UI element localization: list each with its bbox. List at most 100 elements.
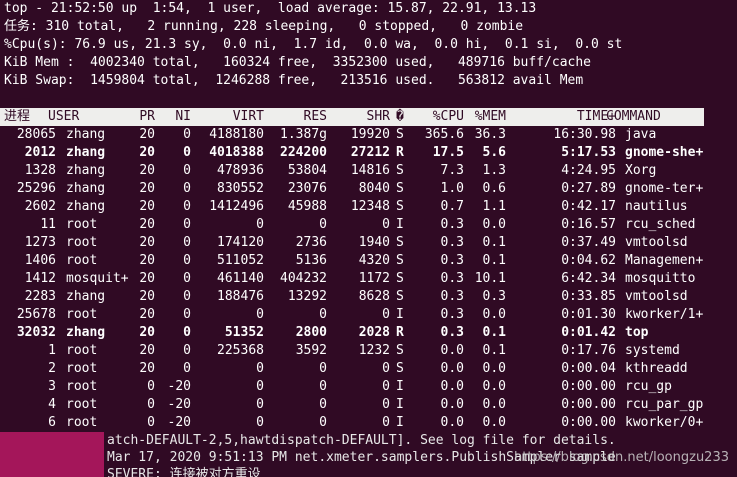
- cell-command: systemd: [625, 343, 680, 358]
- cell-shr: 4320: [358, 253, 390, 268]
- cell-time: 0:16.57: [561, 217, 616, 232]
- cell-virt: 511052: [217, 253, 264, 268]
- cell-virt: 0: [256, 217, 264, 232]
- cell-user: root: [66, 343, 98, 358]
- cell-mem: 0.0: [482, 415, 506, 430]
- cell-command: gnome-she+: [625, 145, 704, 160]
- cell-user: zhang: [66, 145, 106, 160]
- cell-pid: 11: [40, 217, 56, 232]
- cell-mem: 0.1: [482, 343, 506, 358]
- cell-pr: 0: [147, 397, 155, 412]
- cell-mem: 0.0: [482, 217, 506, 232]
- cell-user: root: [66, 379, 98, 394]
- col-mem: %MEM: [474, 109, 506, 124]
- cell-cpu: 7.3: [440, 163, 464, 178]
- col-cpu: %CPU: [432, 109, 464, 124]
- cell-cpu: 0.0: [440, 343, 464, 358]
- cell-pr: 0: [147, 415, 155, 430]
- cell-ni: 0: [183, 145, 191, 160]
- cell-virt: 0: [256, 397, 264, 412]
- cell-ni: 0: [183, 361, 191, 376]
- cell-command: kworker/0+: [625, 415, 704, 430]
- cell-time: 0:27.89: [561, 181, 616, 196]
- cell-command: vmtoolsd: [625, 235, 688, 250]
- cell-pid: 1273: [24, 235, 56, 250]
- process-row: 25296 zhang 20 0 830552 23076 8040 S 1.0 0.6 0:27.…: [0, 180, 737, 198]
- cell-virt: 0: [256, 307, 264, 322]
- process-row: 1412 mosquit+ 20 0 461140 404232 1172 S 0.3 10.1 6…: [0, 270, 737, 288]
- cell-pid: 2: [48, 361, 56, 376]
- cell-s: I: [396, 307, 404, 322]
- cell-pr: 20: [139, 271, 155, 286]
- cell-ni: 0: [183, 235, 191, 250]
- cell-s: I: [396, 379, 404, 394]
- log-line-3: SEVERE: 连接被对方重设: [107, 467, 261, 477]
- cell-command: rcu_sched: [625, 217, 696, 232]
- cell-mem: 0.6: [482, 181, 506, 196]
- cell-virt: 1412496: [209, 199, 264, 214]
- cell-time: 0:17.76: [561, 343, 616, 358]
- cell-pid: 28065: [16, 127, 56, 142]
- col-command: COMMAND: [606, 109, 661, 124]
- cell-virt: 830552: [217, 181, 264, 196]
- uptime-load-line: top - 21:52:50 up 1:54, 1 user, load ave…: [4, 1, 537, 16]
- cell-res: 5136: [295, 253, 327, 268]
- cell-mem: 0.0: [482, 379, 506, 394]
- cell-command: top: [625, 325, 649, 340]
- cell-time: 0:00.00: [561, 397, 616, 412]
- terminal-window[interactable]: top - 21:52:50 up 1:54, 1 user, load ave…: [0, 0, 737, 432]
- process-table-header: 进程 USER PR NI VIRT RES SHR � %CPU %MEM T…: [0, 108, 704, 126]
- cell-shr: 0: [382, 307, 390, 322]
- cell-shr: 1172: [358, 271, 390, 286]
- cell-pr: 20: [139, 145, 155, 160]
- cell-ni: 0: [183, 253, 191, 268]
- cell-s: R: [396, 325, 404, 340]
- cell-pr: 20: [139, 289, 155, 304]
- cell-shr: 27212: [350, 145, 390, 160]
- cell-user: mosquit+: [66, 271, 129, 286]
- cell-virt: 0: [256, 379, 264, 394]
- cell-ni: 0: [183, 289, 191, 304]
- cell-mem: 0.0: [482, 397, 506, 412]
- cell-shr: 0: [382, 217, 390, 232]
- cell-shr: 0: [382, 379, 390, 394]
- cell-command: vmtoolsd: [625, 289, 688, 304]
- cell-mem: 36.3: [474, 127, 506, 142]
- cell-pr: 20: [139, 343, 155, 358]
- cell-pid: 2283: [24, 289, 56, 304]
- cell-pr: 20: [139, 325, 155, 340]
- process-row: 1 root 20 0 225368 3592 1232 S 0.0 0.1 0:17.76 syst…: [0, 342, 737, 360]
- process-row: 4 root 0 -20 0 0 0 I 0.0 0.0 0:00.00 rcu_par_gp: [0, 396, 737, 414]
- col-res: RES: [303, 109, 327, 124]
- cell-cpu: 0.0: [440, 397, 464, 412]
- cell-user: root: [66, 307, 98, 322]
- side-panel: [0, 432, 104, 477]
- cell-virt: 0: [256, 361, 264, 376]
- cell-time: 0:00.04: [561, 361, 616, 376]
- cell-mem: 1.1: [482, 199, 506, 214]
- cpu-line: %Cpu(s): 76.9 us, 21.3 sy, 0.0 ni, 1.7 i…: [4, 37, 623, 52]
- cell-s: S: [396, 343, 404, 358]
- cell-ni: 0: [183, 217, 191, 232]
- cell-user: zhang: [66, 325, 106, 340]
- cell-res: 0: [319, 217, 327, 232]
- cell-ni: 0: [183, 127, 191, 142]
- cell-pid: 25678: [16, 307, 56, 322]
- cell-pid: 4: [48, 397, 56, 412]
- cell-s: S: [396, 253, 404, 268]
- cell-ni: -20: [167, 379, 191, 394]
- cell-time: 16:30.98: [553, 127, 616, 142]
- cell-ni: 0: [183, 271, 191, 286]
- cell-pr: 20: [139, 307, 155, 322]
- process-row: 25678 root 20 0 0 0 0 I 0.3 0.0 0:01.30 kworker/1+: [0, 306, 737, 324]
- cell-user: zhang: [66, 127, 106, 142]
- col-user: USER: [48, 109, 80, 124]
- cell-cpu: 0.3: [440, 217, 464, 232]
- cell-s: S: [396, 199, 404, 214]
- cell-pr: 20: [139, 181, 155, 196]
- process-row: 2 root 20 0 0 0 0 S 0.0 0.0 0:00.04 kthreadd: [0, 360, 737, 378]
- cell-user: root: [66, 361, 98, 376]
- cell-shr: 0: [382, 361, 390, 376]
- cell-pid: 1: [48, 343, 56, 358]
- cell-user: root: [66, 253, 98, 268]
